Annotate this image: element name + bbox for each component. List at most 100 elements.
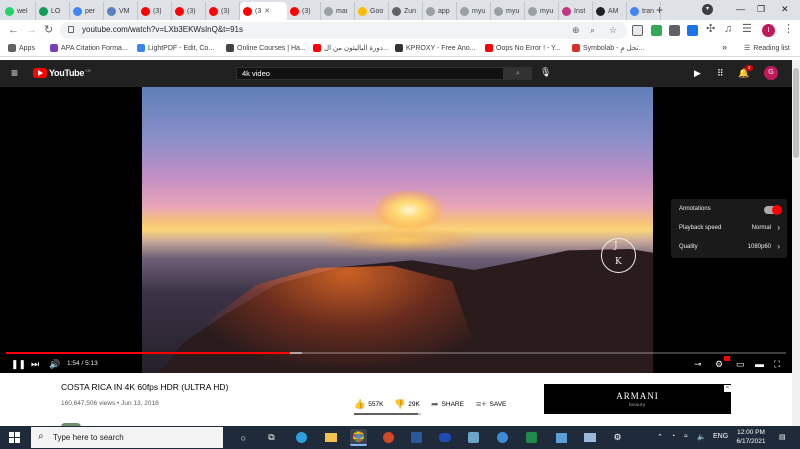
chrome-menu-icon[interactable]: ⋮ (783, 23, 794, 35)
extension-blue-icon[interactable] (687, 25, 698, 36)
powerpoint-icon[interactable] (380, 429, 397, 446)
search-input[interactable]: 4k video (236, 67, 504, 80)
file-explorer-icon[interactable] (322, 429, 339, 446)
browser-tab[interactable]: mai (321, 2, 355, 20)
app-green-icon[interactable] (523, 429, 540, 446)
account-avatar[interactable]: G (764, 66, 778, 80)
browser-tab[interactable]: Inst (559, 2, 593, 20)
minimize-button[interactable]: — (736, 3, 745, 15)
app-monitor-icon[interactable] (581, 429, 598, 446)
tray-wifi-icon[interactable]: ≈ (684, 433, 688, 440)
reload-button[interactable]: ↻ (44, 24, 53, 36)
save-button[interactable]: ≡+ SAVE (476, 399, 506, 409)
zoom-search-icon[interactable]: ⌕ (590, 25, 595, 36)
playback-speed-row[interactable]: Playback speed Normal › (671, 220, 787, 239)
bookmark-item[interactable]: APA Citation Forma... (50, 44, 128, 52)
browser-tab[interactable]: VM (104, 2, 138, 20)
settings-gear-icon[interactable]: ⚙ (715, 359, 723, 369)
browser-tab[interactable]: per (70, 2, 104, 20)
search-query-text[interactable]: 4k video (242, 69, 270, 78)
browser-tab[interactable]: wel (2, 2, 36, 20)
voice-search-mic-icon[interactable]: 🎙 (540, 67, 551, 78)
close-window-button[interactable]: ✕ (781, 3, 789, 15)
bookmarks-overflow-icon[interactable]: » (722, 42, 727, 52)
tray-overflow-chevron-icon[interactable]: ⌃ (657, 433, 663, 441)
sponsored-ad-banner[interactable]: ARMANI beauty (544, 384, 731, 414)
back-button[interactable]: ← (8, 24, 19, 36)
extension-translate-icon[interactable] (632, 25, 643, 36)
language-indicator[interactable]: ENG (713, 433, 728, 440)
tray-network-icon[interactable]: ◔ (671, 433, 675, 440)
autoplay-toggle[interactable]: ⊸ (694, 359, 702, 369)
apps-grid-icon[interactable]: ⠿ (717, 67, 724, 79)
guide-menu-icon[interactable]: ≡ (11, 67, 18, 79)
dislike-button[interactable]: 👎 29K (394, 399, 420, 410)
media-control-icon[interactable]: ♫ (724, 23, 732, 35)
word-icon[interactable] (408, 429, 425, 446)
volume-button[interactable]: 🔊 (49, 359, 60, 369)
clock-time[interactable]: 12:00 PM (736, 429, 766, 436)
like-button[interactable]: 👍 557K (354, 399, 383, 410)
annotations-toggle[interactable] (764, 205, 782, 215)
bookmark-star-icon[interactable]: ☆ (609, 25, 617, 36)
browser-tab[interactable]: (3) (138, 2, 172, 20)
browser-tab[interactable]: (3) (172, 2, 206, 20)
youtube-logo[interactable]: YouTube CR (33, 68, 91, 78)
pause-button[interactable]: ❚❚ (11, 359, 26, 369)
profile-avatar[interactable]: I (762, 24, 775, 37)
next-video-button[interactable]: ⏭ (31, 359, 39, 369)
video-frame-sunset[interactable] (142, 87, 653, 373)
bookmark-item[interactable]: LightPDF - Edit, Co... (137, 44, 214, 52)
bookmark-item[interactable]: Oops No Error ! - Y... (485, 44, 561, 52)
task-view-icon[interactable]: ⧉ (263, 429, 280, 446)
browser-tab[interactable]: LO (36, 2, 70, 20)
app-pen-icon[interactable] (465, 429, 482, 446)
url-text[interactable]: youtube.com/watch?v=LXb3EKWsInQ&t=91s (82, 25, 243, 34)
channel-watermark-logo[interactable] (601, 238, 636, 273)
tray-volume-icon[interactable]: 🔈 (697, 433, 706, 441)
install-app-icon[interactable]: ⊕ (572, 25, 580, 36)
windows-start-icon[interactable] (9, 432, 21, 443)
apps-bookmark[interactable]: Apps (8, 44, 35, 52)
bookmark-item[interactable]: Online Courses | Ha... (226, 44, 306, 52)
settings-gear-icon[interactable]: ⚙ (609, 429, 626, 446)
browser-tab[interactable]: Zun (389, 2, 423, 20)
quality-row[interactable]: Quality 1080p60 › (671, 239, 787, 258)
page-scrollbar[interactable] (792, 60, 800, 426)
taskbar-search-box[interactable]: ⌕ Type here to search (31, 427, 223, 448)
search-button[interactable]: ⌕ (504, 67, 532, 80)
miniplayer-button[interactable]: ▭ (736, 359, 745, 369)
bookmark-item[interactable]: دورة الباليئون من ال... (313, 44, 389, 52)
address-bar[interactable]: youtube.com/watch?v=LXb3EKWsInQ&t=91s ⊕ … (60, 22, 627, 39)
maximize-button[interactable]: ❐ (757, 3, 765, 15)
theater-mode-button[interactable]: ▬ (755, 359, 764, 369)
close-tab-icon[interactable]: ✕ (264, 7, 270, 15)
app-blue-icon[interactable] (436, 429, 453, 446)
clock-date[interactable]: 6/17/2021 (736, 438, 766, 445)
browser-tab[interactable]: myu (525, 2, 559, 20)
bookmark-item[interactable]: KPROXY - Free Ano... (395, 44, 476, 52)
browser-tab[interactable]: app (423, 2, 457, 20)
notification-center-icon[interactable]: ▤ (779, 433, 786, 441)
browser-tab[interactable]: (3 ✕ (240, 2, 287, 20)
browser-tab[interactable]: myu (491, 2, 525, 20)
chrome-taskbar-icon[interactable] (350, 429, 367, 446)
create-video-icon[interactable]: ▶ (694, 67, 701, 79)
app-check-icon[interactable] (494, 429, 511, 446)
edge-browser-icon[interactable] (293, 429, 310, 446)
browser-tab[interactable]: AM (593, 2, 627, 20)
share-button[interactable]: ➦ SHARE (431, 399, 464, 410)
browser-tab[interactable]: Goo (355, 2, 389, 20)
scrollbar-thumb[interactable] (793, 68, 799, 158)
extension-dark-icon[interactable] (669, 25, 680, 36)
forward-button[interactable]: → (26, 24, 37, 36)
browser-tab[interactable]: (3) (206, 2, 240, 20)
cortana-icon[interactable]: ○ (235, 429, 252, 446)
new-tab-button[interactable]: + (656, 3, 663, 17)
reading-list-button[interactable]: ☰ Reading list (744, 44, 790, 53)
browser-tab[interactable]: (3) (287, 2, 321, 20)
progress-bar[interactable] (6, 352, 786, 354)
lock-icon[interactable] (68, 26, 74, 33)
browser-tab[interactable]: myu (457, 2, 491, 20)
extensions-puzzle-icon[interactable]: ✣ (706, 23, 715, 35)
